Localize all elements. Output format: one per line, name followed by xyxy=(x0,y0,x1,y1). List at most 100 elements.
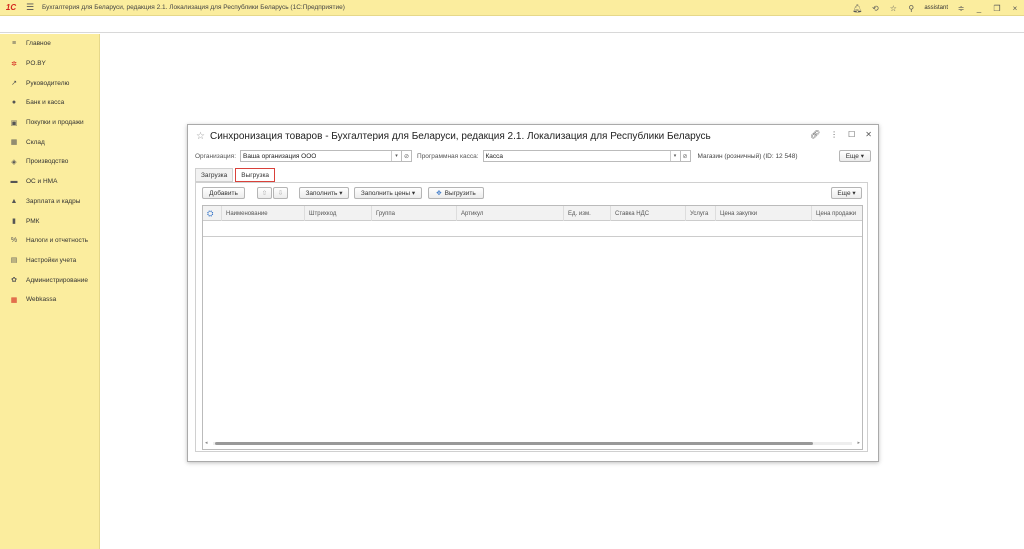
tab-strip xyxy=(0,16,1024,33)
sidebar-item-assets[interactable]: ▬ ОС и НМА xyxy=(0,172,99,192)
sync-dialog: ☆ Синхронизация товаров - Бухгалтерия дл… xyxy=(187,124,879,462)
kassa-field[interactable]: Касса ▾ xyxy=(482,150,681,162)
sidebar-item-bank[interactable]: ● Банк и касса xyxy=(0,93,99,113)
goods-table[interactable]: ⛭ Наименование Штрихкод Группа Артикул Е… xyxy=(202,205,863,450)
column-settings-icon[interactable]: ⛭ xyxy=(203,206,221,221)
sidebar-item-settings[interactable]: ▤ Настройки учета xyxy=(0,251,99,271)
sidebar-item-label: Склад xyxy=(26,138,45,146)
close-icon[interactable]: ✕ xyxy=(865,130,872,139)
table-more-label: Еще xyxy=(837,189,851,197)
export-button[interactable]: ✥ Выгрузить xyxy=(428,187,484,199)
chart-line-icon: ↗ xyxy=(11,80,17,88)
user-name[interactable]: assistant xyxy=(924,5,948,11)
sun-icon: ✲ xyxy=(11,60,17,68)
sidebar-item-production[interactable]: ◈ Производство xyxy=(0,152,99,172)
dropdown-icon[interactable]: ▾ xyxy=(391,151,401,161)
person-icon: ▲ xyxy=(10,197,18,205)
sidebar-item-label: Банк и касса xyxy=(26,99,65,107)
dropdown-icon[interactable]: ▾ xyxy=(669,151,680,161)
app-title: Бухгалтерия для Беларуси, редакция 2.1. … xyxy=(42,4,345,11)
table-more-button[interactable]: Еще ▾ xyxy=(831,187,862,199)
register-icon: ▮ xyxy=(12,218,16,226)
org-value: Ваша организация ООО xyxy=(243,152,317,160)
more-vert-icon[interactable]: ⋮ xyxy=(830,130,838,139)
add-button[interactable]: Добавить xyxy=(202,187,245,199)
org-label: Организация: xyxy=(195,152,237,160)
col-group[interactable]: Группа xyxy=(371,206,456,221)
export-panel: Добавить ⇧ ⇩ Заполнить ▾ Заполнить цены … xyxy=(195,182,868,452)
minimize-icon[interactable]: _ xyxy=(974,4,984,13)
sidebar-item-label: Настройки учета xyxy=(26,256,77,264)
sidebar-item-main[interactable]: ≡ Главное xyxy=(0,34,99,54)
open-link-icon[interactable]: ⊘ xyxy=(680,150,691,162)
col-vat-rate[interactable]: Ставка НДС xyxy=(610,206,685,221)
truck-icon: ▬ xyxy=(10,178,18,186)
factory-icon: ◈ xyxy=(11,158,17,166)
sidebar-item-label: Руководителю xyxy=(26,79,70,87)
sidebar-item-label: РМК xyxy=(26,217,40,225)
col-barcode[interactable]: Штрихкод xyxy=(304,206,371,221)
col-name[interactable]: Наименование xyxy=(221,206,304,221)
close-icon[interactable]: × xyxy=(1010,4,1020,13)
kassa-label: Программная касса: xyxy=(417,152,479,160)
maximize-icon[interactable]: ☐ xyxy=(848,130,855,139)
dialog-title: Синхронизация товаров - Бухгалтерия для … xyxy=(209,130,711,142)
org-field[interactable]: Ваша организация ООО ▾ xyxy=(240,150,403,162)
move-up-button[interactable]: ⇧ xyxy=(257,187,272,199)
bell-icon[interactable]: 🔔︎ xyxy=(852,4,862,13)
link-icon[interactable]: 🔗︎ xyxy=(810,130,820,139)
open-link-icon[interactable]: ⊘ xyxy=(402,150,413,162)
scrollbar-thumb[interactable] xyxy=(215,442,813,445)
export-button-label: Выгрузить xyxy=(444,189,476,197)
hamburger-menu-icon[interactable]: ☰ xyxy=(22,0,38,16)
percent-icon: % xyxy=(10,237,18,245)
more-button-label: Еще xyxy=(845,152,859,160)
coins-icon: ● xyxy=(11,99,17,107)
sidebar-item-taxes[interactable]: % Налоги и отчетность xyxy=(0,231,99,251)
tab-export[interactable]: Выгрузка xyxy=(235,168,276,182)
sidebar-item-poby[interactable]: ✲ PO.BY xyxy=(0,54,99,74)
table-header: ⛭ Наименование Штрихкод Группа Артикул Е… xyxy=(203,206,862,221)
table-row[interactable] xyxy=(203,221,862,237)
favorites-star-icon[interactable]: ☆ xyxy=(888,4,898,13)
favorite-star-icon[interactable]: ☆ xyxy=(196,131,205,142)
menu-lines-icon: ≡ xyxy=(11,40,17,48)
sidebar-item-purchases[interactable]: ▣ Покупки и продажи xyxy=(0,113,99,133)
sidebar-item-webkassa[interactable]: ▦ Webkassa xyxy=(0,290,99,310)
sidebar-item-label: Налоги и отчетность xyxy=(26,237,89,245)
fill-prices-label: Заполнить цены xyxy=(360,189,411,197)
fill-button[interactable]: Заполнить ▾ xyxy=(299,187,349,199)
scroll-right-icon[interactable]: ▸ xyxy=(857,440,860,446)
sidebar-item-label: PO.BY xyxy=(26,60,46,68)
col-purchase-price[interactable]: Цена закупки xyxy=(715,206,811,221)
sidebar-item-rmk[interactable]: ▮ РМК xyxy=(0,211,99,231)
col-sale-price[interactable]: Цена продажи xyxy=(811,206,864,221)
fill-prices-button[interactable]: Заполнить цены ▾ xyxy=(354,187,422,199)
fill-button-label: Заполнить xyxy=(305,189,338,197)
col-unit[interactable]: Ед. изм. xyxy=(563,206,610,221)
sidebar-item-manager[interactable]: ↗ Руководителю xyxy=(0,73,99,93)
sidebar-item-label: Администрирование xyxy=(26,276,88,284)
cart-icon: ▣ xyxy=(10,119,18,127)
warehouse-icon: ▦ xyxy=(10,139,18,147)
history-icon[interactable]: ⟲ xyxy=(870,4,880,13)
sidebar-item-admin[interactable]: ✿ Администрирование xyxy=(0,270,99,290)
1c-logo: 1С xyxy=(5,3,17,12)
scroll-left-icon[interactable]: ◂ xyxy=(205,440,208,446)
calculator-icon: ▦ xyxy=(10,296,18,304)
col-article[interactable]: Артикул xyxy=(456,206,563,221)
sidebar-item-salary[interactable]: ▲ Зарплата и кадры xyxy=(0,192,99,212)
move-down-button[interactable]: ⇩ xyxy=(273,187,288,199)
sidebar-item-label: Производство xyxy=(26,158,69,166)
col-service[interactable]: Услуга xyxy=(685,206,715,221)
kassa-value: Касса xyxy=(485,152,504,160)
gear-icon: ✿ xyxy=(11,277,17,285)
restore-icon[interactable]: ❐ xyxy=(992,4,1002,13)
horizontal-scrollbar[interactable]: ◂ ▸ xyxy=(205,440,860,446)
more-button[interactable]: Еще ▾ xyxy=(838,150,871,162)
export-arrows-icon: ✥ xyxy=(436,190,442,197)
sidebar-item-warehouse[interactable]: ▦ Склад xyxy=(0,132,99,152)
tab-load[interactable]: Загрузка xyxy=(195,168,234,182)
settings-menu-icon[interactable]: ≑ xyxy=(956,4,966,13)
search-icon[interactable]: ⚲ xyxy=(906,4,916,13)
